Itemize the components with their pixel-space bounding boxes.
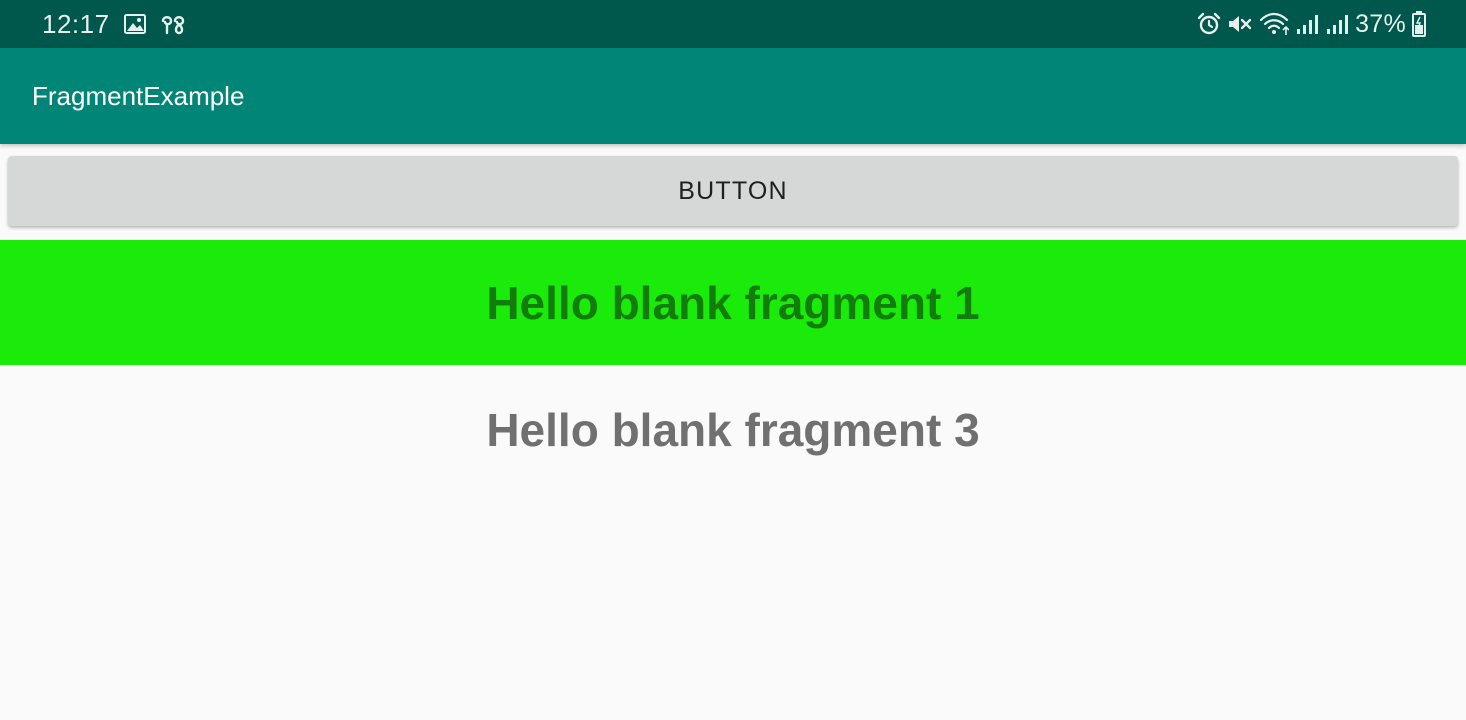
battery-icon (1412, 11, 1426, 37)
app-title: FragmentExample (32, 80, 245, 111)
wifi-icon (1259, 12, 1290, 36)
notification-text-icon (160, 13, 186, 35)
fragment-1: Hello blank fragment 1 (0, 240, 1466, 365)
image-icon (123, 14, 146, 34)
mute-icon (1227, 12, 1253, 36)
app-bar: FragmentExample (0, 48, 1466, 144)
signal-icon (1295, 12, 1319, 36)
alarm-icon (1197, 12, 1221, 36)
battery-percent: 37% (1355, 9, 1406, 38)
status-bar-left: 12:17 (42, 0, 186, 48)
main-button[interactable]: BUTTON (8, 156, 1458, 226)
fragment-3: Hello blank fragment 3 (0, 365, 1466, 495)
fragment-3-text: Hello blank fragment 3 (486, 404, 980, 456)
status-bar: 12:17 37% (0, 0, 1466, 48)
screen: 12:17 37% FragmentExample BUTTON Hello b… (0, 0, 1466, 720)
status-time: 12:17 (42, 8, 110, 39)
signal-icon (1325, 12, 1349, 36)
status-bar-right: 37% (1197, 0, 1426, 48)
fragment-1-text: Hello blank fragment 1 (486, 276, 980, 329)
